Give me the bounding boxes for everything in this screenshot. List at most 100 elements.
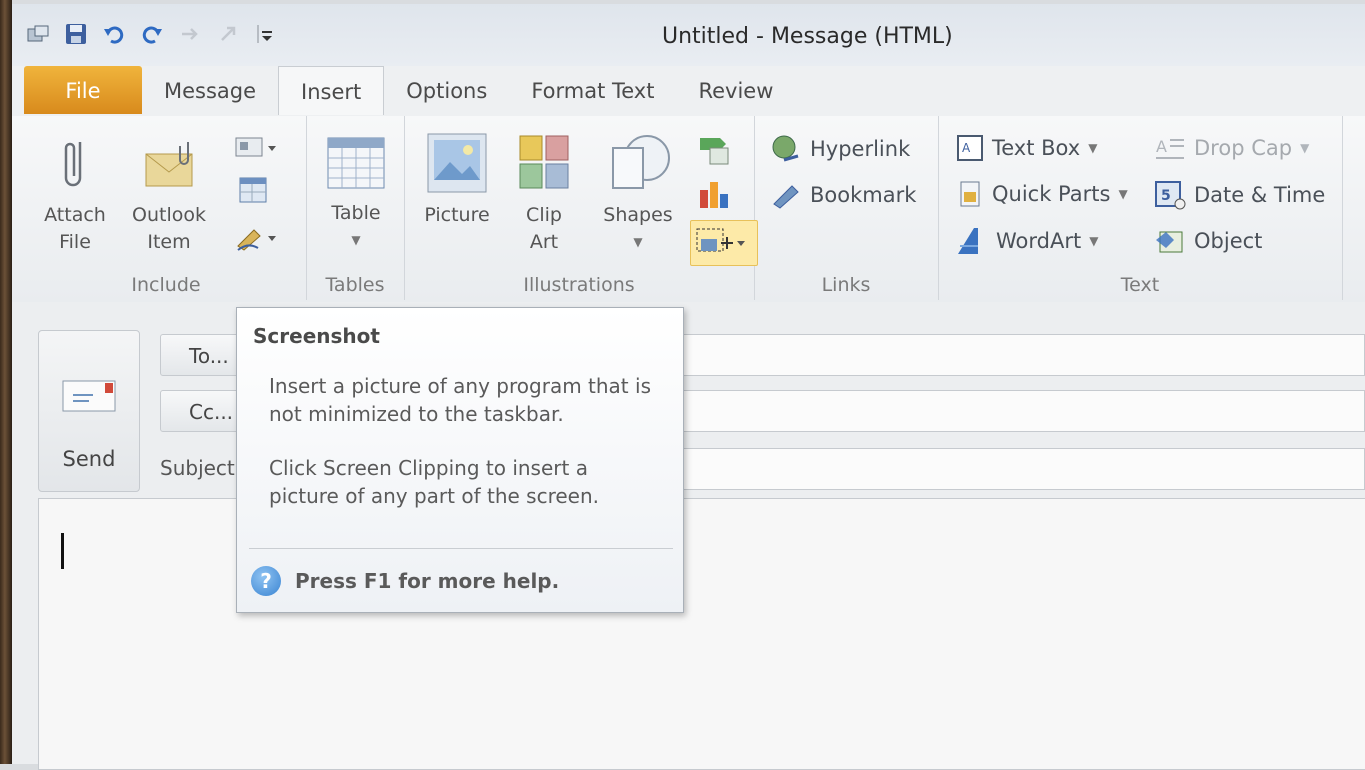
globe-link-icon [772,135,799,162]
help-question-icon: ? [251,566,281,596]
picture-button[interactable]: Picture [418,130,496,229]
drop-cap-icon: A [1156,137,1184,159]
redo-icon[interactable] [140,22,164,46]
to-button[interactable]: To... [160,334,244,376]
tab-message[interactable]: Message [142,66,278,114]
clip-art-button[interactable]: Clip Art [514,130,574,256]
tooltip-paragraph-1: Insert a picture of any program that is … [269,374,651,426]
tab-file[interactable]: File [24,66,142,114]
clip-art-icon [519,135,569,189]
table-button[interactable]: Table ▼ [314,134,398,254]
tooltip-title: Screenshot [253,324,380,348]
tooltip-help-text: Press F1 for more help. [295,569,560,593]
title-bar: Untitled - Message (HTML) [12,4,1365,66]
shapes-icon [612,135,670,189]
clip-label-1: Clip [526,204,562,226]
paperclip-icon [64,142,82,187]
svg-text:A: A [1156,137,1167,156]
ribbon-tabs: File Message Insert Options Format Text … [24,66,795,116]
dropdown-arrow-icon: ▼ [633,235,643,249]
tab-review[interactable]: Review [676,66,795,114]
screenshot-tooltip: Screenshot Insert a picture of any progr… [236,307,684,613]
object-icon [1156,231,1183,253]
signature-icon[interactable] [234,224,280,256]
screenshot-icon [696,228,745,252]
tooltip-paragraph-2: Click Screen Clipping to insert a pictur… [269,456,599,508]
dropdown-arrow-icon: ▼ [1118,187,1128,201]
text-caret [61,533,64,569]
quick-parts-icon [960,181,980,207]
tab-format-text[interactable]: Format Text [509,66,676,114]
business-card-icon[interactable] [234,134,280,164]
outlook-label-2: Item [147,231,191,253]
customize-icon[interactable] [254,22,278,46]
undo-icon[interactable] [102,22,126,46]
group-label-text: Text [1120,274,1160,296]
chart-icon[interactable] [696,178,732,214]
cc-field[interactable] [682,390,1365,432]
outlook-label-1: Outlook [132,204,206,226]
group-label-include: Include [131,274,201,296]
hyperlink-button[interactable]: Hyperlink [770,134,910,164]
attach-file-button[interactable]: Attach File [38,134,112,256]
tab-insert[interactable]: Insert [278,66,385,115]
dropdown-arrow-icon: ▼ [351,233,361,247]
quick-access-toolbar [26,22,278,46]
group-tables: Table ▼ Tables [306,116,405,300]
drop-cap-label: Drop Cap [1194,136,1293,160]
cc-button[interactable]: Cc... [160,390,244,432]
window-edge [0,0,12,764]
picture-label: Picture [424,204,490,226]
bookmark-icon [773,185,799,209]
svg-text:5: 5 [1161,188,1171,204]
send-envelope-icon [62,380,116,412]
text-box-button[interactable]: A Text Box ▼ [956,134,1097,162]
table-label: Table [331,202,381,224]
text-box-icon: A [957,135,983,161]
date-time-label: Date & Time [1194,183,1326,207]
drop-cap-button[interactable]: A Drop Cap ▼ [1154,134,1309,162]
smartart-icon[interactable] [696,134,732,170]
tooltip-body: Insert a picture of any program that is … [269,372,659,536]
quick-parts-button[interactable]: Quick Parts ▼ [956,180,1128,208]
bookmark-label: Bookmark [810,183,917,207]
tooltip-divider [249,548,673,549]
save-icon[interactable] [64,22,88,46]
forward-icon[interactable] [178,22,202,46]
tooltip-help: ? Press F1 for more help. [251,566,559,596]
object-button[interactable]: Object [1154,226,1262,256]
outlook-item-button[interactable]: Outlook Item [124,134,214,256]
shapes-button[interactable]: Shapes ▼ [594,130,682,256]
dropdown-arrow-icon: ▼ [1089,234,1099,248]
date-time-icon: 5 [1155,181,1186,210]
message-window: Untitled - Message (HTML) File Message I… [12,4,1365,770]
window-icon[interactable] [26,22,50,46]
dropdown-arrow-icon: ▼ [1088,141,1098,155]
attach-label-2: File [59,231,91,253]
send-button[interactable]: Send [38,330,140,492]
calendar-icon[interactable] [238,176,268,208]
bookmark-button[interactable]: Bookmark [770,180,916,210]
group-text: A Text Box ▼ Quick Parts ▼ WordArt ▼ A D… [938,116,1343,300]
date-time-button[interactable]: 5 Date & Time [1154,180,1325,210]
clip-label-2: Art [529,231,559,253]
to-field[interactable] [682,334,1365,376]
wordart-button[interactable]: WordArt ▼ [956,226,1098,256]
back-icon[interactable] [216,22,240,46]
envelope-clip-icon [145,142,193,187]
group-label-illustrations: Illustrations [523,274,635,296]
tab-options[interactable]: Options [384,66,509,114]
subject-field[interactable] [682,448,1365,490]
group-include: Attach File Outlook Item Include [26,116,307,300]
dropdown-arrow-icon: ▼ [1300,141,1310,155]
screenshot-button[interactable] [690,220,758,266]
group-label-tables: Tables [325,274,385,296]
picture-icon [427,133,487,193]
attach-label-1: Attach [44,204,106,226]
ribbon: Attach File Outlook Item Include Table ▼… [12,116,1365,303]
subject-label: Subject [160,456,235,480]
wordart-icon [958,228,978,254]
wordart-label: WordArt [996,229,1082,253]
object-label: Object [1194,229,1263,253]
window-title: Untitled - Message (HTML) [662,24,953,49]
